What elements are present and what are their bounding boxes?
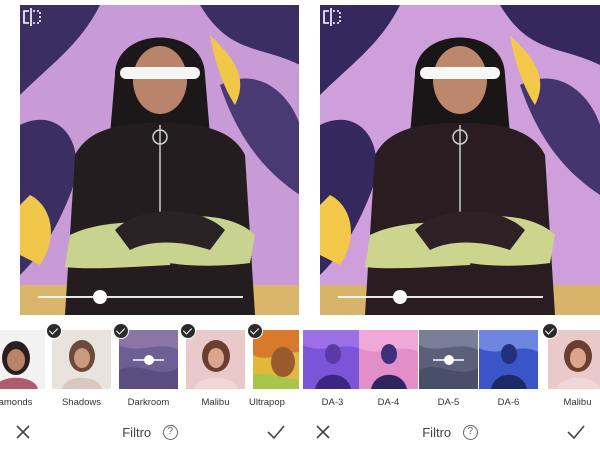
filter-thumbnail	[186, 330, 245, 389]
filter-label: Darkroom	[127, 397, 170, 408]
filter-tile-active[interactable]: DA-5	[419, 330, 478, 408]
apply-checkmark-icon[interactable]	[266, 423, 286, 441]
intensity-slider[interactable]	[38, 290, 243, 304]
filter-tile[interactable]: amonds	[0, 330, 45, 408]
slider-thumb[interactable]	[393, 290, 407, 304]
filter-label: Malibu	[201, 397, 230, 408]
filter-strip: DA-3 DA-4 DA-5 DA-6 Malibu	[300, 318, 600, 413]
photo-image	[320, 5, 600, 315]
filter-tile[interactable]: Shadows	[46, 323, 111, 408]
editor-panel-right: DA-3 DA-4 DA-5 DA-6 Malibu Filtro ?	[300, 0, 600, 450]
filter-tile[interactable]: Malibu	[542, 323, 600, 408]
app-screen: amonds Shadows Darkroom Malibu Ultrapop …	[0, 0, 600, 450]
slider-track[interactable]	[38, 296, 243, 298]
compare-icon[interactable]	[20, 5, 44, 29]
filter-label: Malibu	[563, 397, 592, 408]
filter-thumbnail	[52, 330, 111, 389]
photo-preview	[20, 5, 300, 315]
editor-panel-left: amonds Shadows Darkroom Malibu Ultrapop …	[0, 0, 300, 450]
slider-thumb[interactable]	[93, 290, 107, 304]
filter-thumbnail	[303, 330, 362, 389]
checkmark-icon	[542, 323, 558, 339]
bottom-toolbar: Filtro ?	[300, 413, 600, 450]
toolbar-title: Filtro ?	[0, 424, 300, 441]
filter-thumbnail	[253, 330, 300, 389]
filter-tile[interactable]: Ultrapop	[247, 323, 300, 408]
filter-tile[interactable]: Malibu	[180, 323, 245, 408]
photo-preview	[320, 5, 600, 315]
filter-thumbnail	[119, 330, 178, 389]
bottom-toolbar: Filtro ?	[0, 413, 300, 450]
photo-image	[20, 5, 300, 315]
help-icon[interactable]: ?	[462, 425, 478, 441]
filter-tile[interactable]: DA-4	[359, 330, 418, 408]
slider-track[interactable]	[338, 296, 543, 298]
intensity-slider[interactable]	[338, 290, 543, 304]
filter-thumbnail	[548, 330, 600, 389]
filter-tile-active[interactable]: Darkroom	[113, 323, 178, 408]
checkmark-icon	[46, 323, 62, 339]
checkmark-icon	[180, 323, 196, 339]
checkmark-icon	[247, 323, 263, 339]
toolbar-title: Filtro ?	[300, 424, 600, 441]
filter-thumbnail	[359, 330, 418, 389]
filter-thumbnail	[419, 330, 478, 389]
filter-thumbnail	[0, 330, 45, 389]
filter-label: Ultrapop	[249, 397, 285, 408]
toolbar-title-text: Filtro	[122, 425, 152, 441]
toolbar-title-text: Filtro	[422, 425, 452, 441]
compare-icon[interactable]	[320, 5, 344, 29]
filter-tile[interactable]: DA-3	[303, 330, 362, 408]
filter-tile[interactable]: DA-6	[479, 330, 538, 408]
checkmark-icon	[113, 323, 129, 339]
filter-label: DA-6	[497, 397, 520, 408]
help-icon[interactable]: ?	[162, 425, 178, 441]
filter-strip: amonds Shadows Darkroom Malibu Ultrapop	[0, 318, 300, 413]
filter-thumbnail	[479, 330, 538, 389]
apply-checkmark-icon[interactable]	[566, 423, 586, 441]
filter-label: amonds	[0, 397, 33, 408]
filter-label: Shadows	[61, 397, 102, 408]
